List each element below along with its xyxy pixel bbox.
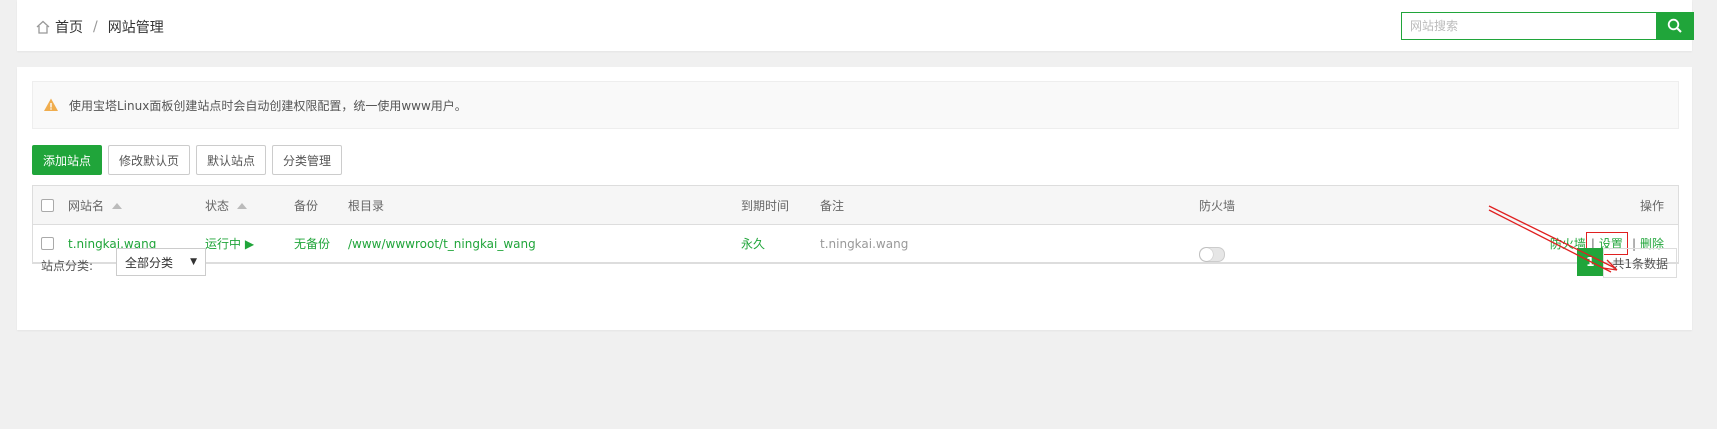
notice-text: 使用宝塔Linux面板创建站点时会自动创建权限配置，统一使用www用户。 bbox=[69, 98, 467, 113]
breadcrumb-current: 网站管理 bbox=[107, 20, 164, 36]
table-footer: 站点分类: 全部分类 ▼ 1 共1条数据 bbox=[32, 247, 1677, 281]
permission-notice: 使用宝塔Linux面板创建站点时会自动创建权限配置，统一使用www用户。 bbox=[32, 81, 1679, 129]
annotation-arrow bbox=[1488, 205, 1618, 273]
table-header: 网站名 状态 备份 根目录 到期时间 备注 防火墙 操作 bbox=[33, 186, 1678, 225]
header-expire: 到期时间 bbox=[741, 198, 790, 213]
breadcrumb: 首页 / 网站管理 bbox=[35, 17, 164, 37]
category-select-value: 全部分类 bbox=[125, 255, 174, 270]
header-name-label: 网站名 bbox=[68, 198, 105, 213]
breadcrumb-home[interactable]: 首页 bbox=[55, 17, 83, 37]
default-site-button[interactable]: 默认站点 bbox=[196, 145, 267, 175]
site-panel: 使用宝塔Linux面板创建站点时会自动创建权限配置，统一使用www用户。 添加站… bbox=[17, 67, 1692, 330]
add-site-button[interactable]: 添加站点 bbox=[32, 145, 103, 175]
breadcrumb-separator: / bbox=[93, 19, 98, 35]
search-input[interactable] bbox=[1401, 12, 1656, 40]
warning-icon bbox=[44, 98, 58, 111]
sort-up-icon[interactable] bbox=[237, 203, 248, 209]
header-backup: 备份 bbox=[294, 198, 319, 213]
sort-up-icon[interactable] bbox=[112, 203, 123, 209]
header-firewall: 防火墙 bbox=[1199, 198, 1236, 213]
category-manage-button[interactable]: 分类管理 bbox=[272, 145, 343, 175]
header-root: 根目录 bbox=[348, 198, 385, 213]
header-status[interactable]: 状态 bbox=[205, 197, 248, 214]
search-icon bbox=[1667, 18, 1682, 33]
header-status-label: 状态 bbox=[205, 198, 230, 213]
home-icon[interactable] bbox=[35, 19, 51, 35]
category-select[interactable]: 全部分类 ▼ bbox=[116, 248, 206, 276]
edit-default-page-button[interactable]: 修改默认页 bbox=[108, 145, 191, 175]
toolbar: 添加站点 修改默认页 默认站点 分类管理 bbox=[32, 145, 343, 175]
header-name[interactable]: 网站名 bbox=[68, 197, 123, 214]
search-bar bbox=[1401, 12, 1694, 40]
header-remark: 备注 bbox=[820, 198, 845, 213]
search-button[interactable] bbox=[1656, 12, 1694, 40]
top-bar: 首页 / 网站管理 bbox=[17, 0, 1694, 51]
category-label: 站点分类: bbox=[41, 259, 94, 273]
header-ops: 操作 bbox=[1639, 198, 1664, 213]
select-all-checkbox[interactable] bbox=[41, 199, 54, 212]
dropdown-arrow-icon: ▼ bbox=[190, 257, 197, 267]
